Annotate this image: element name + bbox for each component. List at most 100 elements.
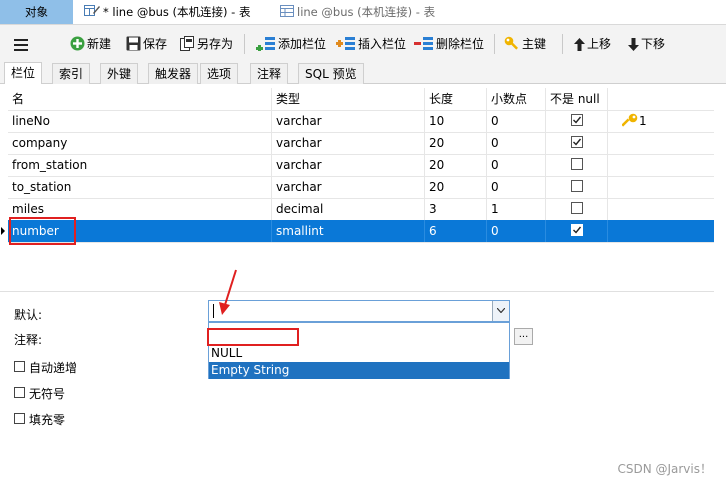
- cell-key: [608, 154, 714, 176]
- checkmark-icon: [573, 226, 582, 234]
- key-icon: [621, 113, 638, 132]
- tab-line-table[interactable]: line @bus (本机连接) - 表: [274, 0, 480, 24]
- tab-comment[interactable]: 注释: [250, 63, 289, 84]
- add-field-label: 添加栏位: [278, 37, 327, 51]
- cell-length[interactable]: 20: [425, 132, 487, 154]
- cell-length[interactable]: 3: [425, 198, 487, 220]
- cell-type[interactable]: smallint: [272, 220, 425, 242]
- insert-field-label: 插入栏位: [358, 37, 407, 51]
- tab-foreign-keys[interactable]: 外键: [100, 63, 139, 84]
- default-label: 默认:: [14, 308, 43, 322]
- field-row[interactable]: miles decimal 3 1: [8, 198, 714, 221]
- cell-type[interactable]: varchar: [272, 154, 425, 176]
- annotation-arrow-icon: [219, 269, 237, 315]
- zerofill-checkbox[interactable]: [14, 413, 25, 424]
- cell-name[interactable]: from_station: [8, 154, 272, 176]
- panel-divider: [0, 291, 714, 292]
- cell-name[interactable]: lineNo: [8, 110, 272, 132]
- cell-type[interactable]: varchar: [272, 176, 425, 198]
- not-null-checkbox[interactable]: [571, 158, 583, 170]
- cell-key: [608, 176, 714, 198]
- tab-line-table-active[interactable]: * line @bus (本机连接) - 表: [80, 0, 269, 24]
- tab-fields[interactable]: 栏位: [4, 62, 43, 84]
- tab-triggers[interactable]: 触发器: [148, 63, 199, 84]
- cell-length[interactable]: 20: [425, 154, 487, 176]
- column-header-name[interactable]: 名: [8, 88, 272, 110]
- not-null-checkbox[interactable]: [571, 224, 583, 236]
- dropdown-option-null[interactable]: NULL: [209, 345, 509, 362]
- cell-not-null: [546, 154, 608, 176]
- cell-type[interactable]: decimal: [272, 198, 425, 220]
- cell-name[interactable]: company: [8, 132, 272, 154]
- delete-field-button[interactable]: 删除栏位: [414, 35, 484, 53]
- cell-decimals[interactable]: 0: [487, 110, 546, 132]
- cell-not-null: [546, 220, 608, 242]
- dropdown-button[interactable]: [492, 301, 509, 321]
- column-header-key: [608, 88, 714, 110]
- column-header-not-null[interactable]: 不是 null: [546, 88, 608, 110]
- arrow-up-icon: [574, 38, 585, 51]
- tab-sql-preview[interactable]: SQL 预览: [298, 63, 364, 84]
- tab-objects[interactable]: 对象: [0, 0, 73, 24]
- primary-key-button[interactable]: 主键: [504, 35, 546, 53]
- save-as-icon: [180, 36, 194, 51]
- chevron-down-icon: [497, 308, 505, 313]
- field-row[interactable]: number smallint 6 0: [1, 220, 714, 243]
- move-up-button[interactable]: 上移: [574, 35, 611, 53]
- save-as-button[interactable]: 另存为: [180, 35, 233, 53]
- cell-type[interactable]: varchar: [272, 110, 425, 132]
- cell-not-null: [546, 198, 608, 220]
- watermark: CSDN @Jarvis！: [617, 462, 712, 476]
- primary-key-label: 主键: [522, 37, 547, 51]
- cell-name[interactable]: to_station: [8, 176, 272, 198]
- comment-edit-button[interactable]: ...: [514, 328, 533, 345]
- insert-field-icon: [336, 37, 355, 50]
- not-null-checkbox[interactable]: [571, 136, 583, 148]
- not-null-checkbox[interactable]: [571, 180, 583, 192]
- cell-length[interactable]: 20: [425, 176, 487, 198]
- cell-type[interactable]: varchar: [272, 132, 425, 154]
- field-row[interactable]: company varchar 20 0: [8, 132, 714, 155]
- menu-icon[interactable]: [14, 35, 30, 53]
- cell-key: [608, 132, 714, 154]
- cell-length[interactable]: 6: [425, 220, 487, 242]
- field-row[interactable]: lineNo varchar 10 0 1: [8, 110, 714, 133]
- column-header-length[interactable]: 长度: [425, 88, 487, 110]
- field-row[interactable]: to_station varchar 20 0: [8, 176, 714, 199]
- cell-decimals[interactable]: 1: [487, 198, 546, 220]
- cell-decimals[interactable]: 0: [487, 132, 546, 154]
- tab-indexes[interactable]: 索引: [52, 63, 91, 84]
- checkmark-icon: [573, 116, 582, 124]
- cell-decimals[interactable]: 0: [487, 154, 546, 176]
- tab-options[interactable]: 选项: [200, 63, 239, 84]
- cell-key: 1: [608, 110, 714, 132]
- auto-increment-checkbox[interactable]: [14, 361, 25, 372]
- field-row[interactable]: from_station varchar 20 0: [8, 154, 714, 177]
- not-null-checkbox[interactable]: [571, 114, 583, 126]
- default-value-combobox[interactable]: [208, 300, 510, 322]
- dropdown-option-empty-string[interactable]: Empty String: [209, 362, 509, 379]
- checkmark-icon: [573, 138, 582, 146]
- toolbar-separator: [562, 34, 563, 54]
- column-header-decimals[interactable]: 小数点: [487, 88, 546, 110]
- toolbar-separator: [244, 34, 245, 54]
- cell-decimals[interactable]: 0: [487, 176, 546, 198]
- save-button[interactable]: 保存: [126, 35, 167, 53]
- move-down-button[interactable]: 下移: [628, 35, 665, 53]
- cell-not-null: [546, 110, 608, 132]
- cell-not-null: [546, 132, 608, 154]
- not-null-checkbox[interactable]: [571, 202, 583, 214]
- insert-field-button[interactable]: 插入栏位: [336, 35, 406, 53]
- cell-decimals[interactable]: 0: [487, 220, 546, 242]
- delete-field-label: 删除栏位: [436, 37, 485, 51]
- cell-key: [608, 220, 714, 242]
- cell-length[interactable]: 10: [425, 110, 487, 132]
- column-header-type[interactable]: 类型: [272, 88, 425, 110]
- unsigned-checkbox[interactable]: [14, 387, 25, 398]
- annotation-box-blank-option: [207, 328, 299, 346]
- auto-increment-label: 自动递增: [29, 361, 78, 375]
- toolbar-separator: [494, 34, 495, 54]
- new-button[interactable]: 新建: [70, 35, 111, 53]
- new-icon: [70, 36, 85, 51]
- add-field-button[interactable]: 添加栏位: [256, 35, 326, 53]
